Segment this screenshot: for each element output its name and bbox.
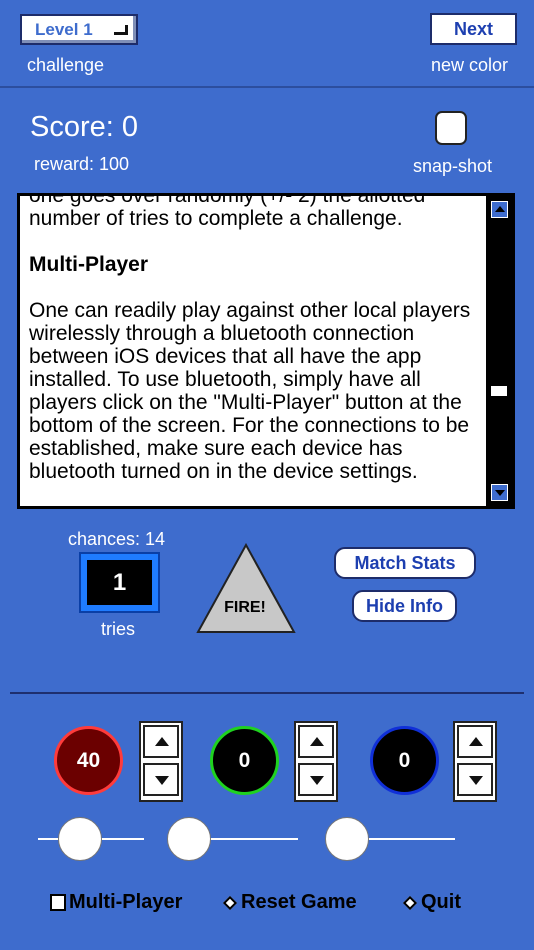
red-decrement-arrow-icon[interactable] — [143, 763, 179, 796]
middle-divider — [10, 692, 524, 694]
green-value-chip: 0 — [210, 726, 279, 795]
tries-label: tries — [101, 619, 136, 639]
info-scrollbar[interactable] — [486, 196, 512, 506]
blue-slider-knob[interactable] — [325, 817, 369, 861]
info-text-content: one goes over randomly (+/- 2) the allot… — [29, 193, 491, 506]
red-value-chip: 40 — [54, 726, 123, 795]
chances-text: chances: 14 — [68, 529, 166, 549]
level-select-label: Level 1 — [35, 19, 93, 39]
info-text-panel[interactable]: one goes over randomly (+/- 2) the allot… — [17, 193, 515, 509]
reward-text: reward: 100 — [34, 154, 130, 174]
multi-player-option[interactable]: Multi-Player — [50, 891, 182, 914]
fire-triangle-icon — [196, 543, 296, 633]
next-button[interactable]: Next — [430, 13, 517, 45]
green-decrement-arrow-icon[interactable] — [298, 763, 334, 796]
quit-label: Quit — [421, 891, 461, 913]
green-increment-arrow-icon[interactable] — [298, 725, 334, 758]
snap-shot-label: snap-shot — [413, 156, 493, 176]
quit-option[interactable]: Quit — [402, 891, 461, 914]
top-divider — [0, 86, 534, 88]
diamond-bullet-icon — [402, 895, 418, 910]
reset-game-label: Reset Game — [241, 891, 357, 913]
scroll-down-arrow-icon[interactable] — [491, 484, 508, 501]
blue-value-chip: 0 — [370, 726, 439, 795]
score-text: Score: 0 — [30, 111, 138, 143]
info-heading: Multi-Player — [29, 253, 149, 276]
fire-button[interactable] — [196, 543, 296, 635]
scroll-up-arrow-icon[interactable] — [491, 201, 508, 218]
tries-counter: 1 — [81, 554, 158, 611]
scroll-thumb[interactable] — [491, 386, 507, 396]
reset-game-option[interactable]: Reset Game — [222, 891, 357, 914]
green-stepper[interactable] — [294, 721, 338, 802]
info-paragraph: One can readily play against other local… — [29, 299, 471, 483]
info-paragraph: one goes over randomly (+/- 2) the allot… — [29, 193, 426, 230]
challenge-label: challenge — [27, 55, 105, 75]
checkbox-icon[interactable] — [50, 894, 66, 911]
red-slider-knob[interactable] — [58, 817, 102, 861]
hide-info-button[interactable]: Hide Info — [352, 590, 457, 622]
multi-player-label: Multi-Player — [69, 891, 183, 913]
match-stats-button[interactable]: Match Stats — [334, 547, 476, 579]
dropdown-corner-icon — [114, 25, 128, 35]
blue-increment-arrow-icon[interactable] — [457, 725, 493, 758]
diamond-bullet-icon — [222, 895, 238, 910]
green-slider-knob[interactable] — [167, 817, 211, 861]
blue-stepper[interactable] — [453, 721, 497, 802]
snap-shot-button[interactable] — [435, 111, 467, 145]
red-increment-arrow-icon[interactable] — [143, 725, 179, 758]
blue-decrement-arrow-icon[interactable] — [457, 763, 493, 796]
fire-label: FIRE! — [224, 599, 266, 616]
new-color-label: new color — [431, 55, 509, 75]
red-stepper[interactable] — [139, 721, 183, 802]
level-select[interactable]: Level 1 — [20, 14, 138, 45]
